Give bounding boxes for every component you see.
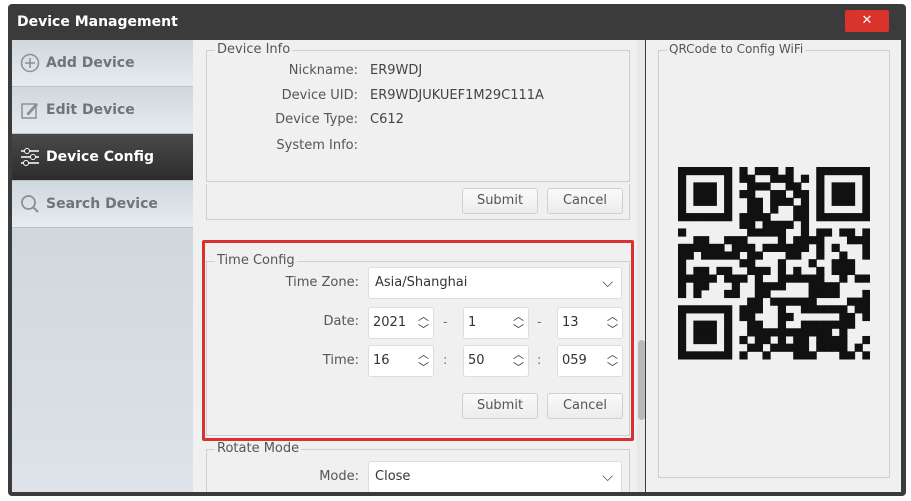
device-info-cancel-button[interactable]: Cancel [547, 188, 623, 214]
sliders-icon [20, 147, 40, 167]
group-title: Device Info [215, 42, 293, 57]
type-value: C612 [370, 112, 404, 127]
mode-label: Mode: [319, 469, 359, 484]
sidebar-item-add-device[interactable]: Add Device [12, 40, 193, 87]
uid-value: ER9WDJUKUEF1M29C111A [370, 88, 544, 103]
sidebar-item-search-device[interactable]: Search Device [12, 181, 193, 228]
sidebar-item-label: Edit Device [46, 102, 135, 118]
sidebar: Add Device Edit Device Device Config Sea… [12, 40, 193, 492]
window-title: Device Management [17, 14, 178, 30]
sidebar-item-label: Search Device [46, 196, 158, 212]
scrollbar-thumb[interactable] [638, 340, 645, 420]
system-info-label: System Info: [276, 138, 358, 153]
sidebar-item-device-config[interactable]: Device Config [12, 134, 193, 181]
search-icon [20, 194, 40, 214]
sidebar-item-label: Device Config [46, 149, 154, 165]
device-info-submit-button[interactable]: Submit [462, 188, 538, 214]
close-button[interactable]: ✕ [845, 10, 889, 32]
sidebar-item-label: Add Device [46, 55, 135, 71]
chevron-down-icon: ⌵ [602, 469, 613, 485]
highlight-box [202, 240, 634, 441]
sidebar-item-edit-device[interactable]: Edit Device [12, 87, 193, 134]
plus-circle-icon [20, 53, 40, 73]
group-title: Rotate Mode [215, 441, 302, 456]
rotate-mode-select[interactable]: Close ⌵ [368, 461, 622, 492]
nickname-value: ER9WDJ [370, 63, 423, 78]
uid-label: Device UID: [281, 88, 358, 103]
group-title: QRCode to Config WiFi [667, 42, 806, 56]
mode-value: Close [375, 469, 411, 484]
edit-icon [20, 100, 40, 120]
nickname-label: Nickname: [288, 63, 358, 78]
qr-panel: QRCode to Config WiFi [646, 40, 901, 492]
scrollbar[interactable] [637, 40, 645, 492]
qr-code [678, 167, 870, 360]
type-label: Device Type: [275, 112, 358, 127]
